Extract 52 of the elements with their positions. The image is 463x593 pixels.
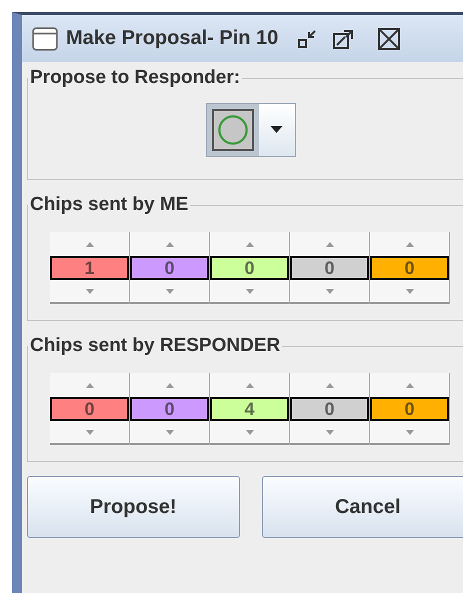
down-arrow-icon	[166, 430, 174, 434]
up-arrow-icon	[246, 242, 254, 246]
chip-count-field[interactable]: 0	[50, 397, 129, 421]
up-arrow-icon	[326, 242, 334, 246]
up-arrow-icon	[86, 382, 94, 388]
decrement-button[interactable]	[210, 280, 289, 304]
decrement-button[interactable]	[50, 280, 129, 304]
down-arrow-icon	[406, 288, 414, 294]
up-arrow-icon	[246, 382, 254, 388]
decrement-button[interactable]	[370, 280, 449, 304]
chip-count-field[interactable]: 1	[50, 256, 129, 280]
decrement-button[interactable]	[50, 421, 129, 445]
iconify-icon[interactable]	[296, 28, 318, 50]
up-arrow-icon	[166, 242, 174, 246]
decrement-button[interactable]	[290, 421, 369, 445]
window-icon	[32, 26, 58, 50]
caret-icon	[270, 126, 283, 134]
down-arrow-icon	[326, 288, 334, 294]
chip-count-field[interactable]: 0	[130, 256, 209, 280]
chip-count-field[interactable]: 0	[210, 256, 289, 280]
down-arrow-icon	[86, 430, 94, 434]
decrement-button[interactable]	[130, 280, 209, 304]
chip-count-field[interactable]: 0	[370, 397, 449, 421]
chip-count-field[interactable]: 0	[370, 256, 449, 280]
up-arrow-icon	[406, 382, 414, 388]
up-arrow-icon	[166, 382, 174, 388]
decrement-button[interactable]	[210, 421, 289, 445]
down-arrow-icon	[406, 430, 414, 434]
down-arrow-icon	[326, 430, 334, 434]
dialog-button[interactable]: Propose!	[27, 476, 240, 538]
chip-count-field[interactable]: 0	[290, 256, 369, 280]
chip-count-field[interactable]: 0	[290, 397, 369, 421]
window-title: Make Proposal- Pin 10	[66, 27, 278, 50]
chip-count-field[interactable]: 0	[130, 397, 209, 421]
close-icon[interactable]	[378, 28, 400, 50]
panel-title: Chips sent by RESPONDER	[29, 335, 282, 357]
responder-dropdown[interactable]	[206, 103, 296, 157]
maximize-icon[interactable]	[332, 28, 354, 50]
down-arrow-icon	[246, 288, 254, 294]
down-arrow-icon	[86, 288, 94, 294]
decrement-button[interactable]	[290, 280, 369, 304]
up-arrow-icon	[406, 242, 414, 246]
down-arrow-icon	[166, 288, 174, 294]
up-arrow-icon	[326, 382, 334, 388]
decrement-button[interactable]	[370, 421, 449, 445]
down-arrow-icon	[246, 430, 254, 434]
panel-title: Propose to Responder:	[29, 67, 242, 89]
up-arrow-icon	[86, 242, 94, 246]
decrement-button[interactable]	[130, 421, 209, 445]
chip-count-field[interactable]: 4	[210, 397, 289, 421]
panel-title: Chips sent by ME	[29, 194, 190, 216]
dialog-button[interactable]: Cancel	[262, 476, 463, 538]
